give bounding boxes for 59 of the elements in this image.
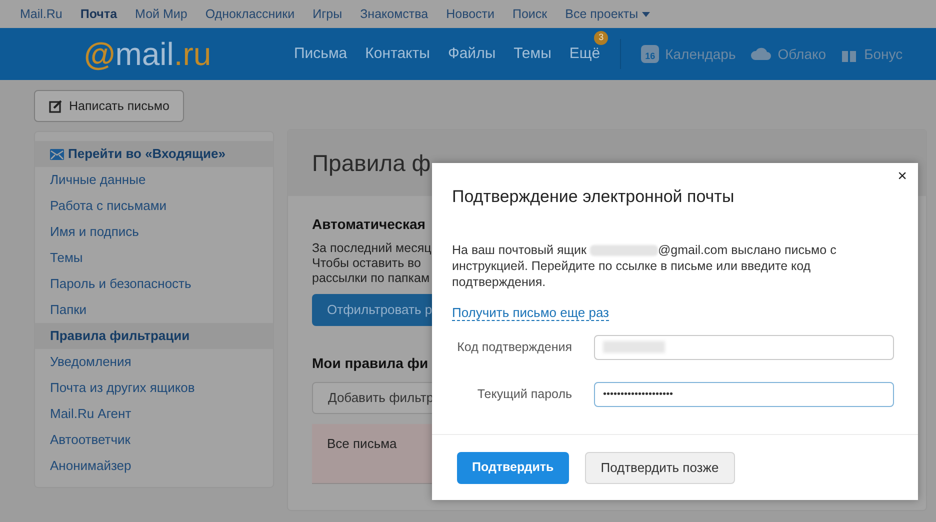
top-link[interactable]: Игры: [312, 4, 342, 24]
app-label: Облако: [778, 44, 826, 64]
count-badge: 3: [594, 30, 608, 45]
sidebar-item[interactable]: Личные данные: [35, 167, 273, 193]
sidebar-item[interactable]: Работа с письмами: [35, 193, 273, 219]
top-link[interactable]: Все проекты: [565, 4, 650, 24]
nav-link[interactable]: Файлы: [448, 44, 496, 62]
inbox-link[interactable]: Перейти во «Входящие»: [35, 141, 273, 167]
top-link[interactable]: Новости: [446, 4, 494, 24]
envelope-icon: [50, 148, 64, 160]
top-link[interactable]: Mail.Ru: [20, 4, 62, 24]
top-link[interactable]: Знакомства: [360, 4, 428, 24]
section-heading: Мои правила фи: [312, 354, 430, 373]
sidebar-item[interactable]: Почта из других ящиков: [35, 375, 273, 401]
password-field[interactable]: ••••••••••••••••••••: [594, 382, 894, 406]
sidebar-item[interactable]: Пароль и безопасность: [35, 271, 273, 297]
sidebar-item[interactable]: Mail.Ru Агент: [35, 401, 273, 427]
sidebar-item[interactable]: Анонимайзер: [35, 453, 273, 479]
nav-link[interactable]: Темы: [514, 44, 552, 62]
field-label: Текущий пароль: [476, 386, 572, 403]
code-field[interactable]: [594, 334, 894, 360]
app-link[interactable]: Бонус: [840, 44, 903, 64]
compose-button[interactable]: Написать письмо: [34, 90, 184, 122]
blurred-text: [590, 244, 658, 256]
nav-link[interactable]: Контакты: [365, 44, 430, 62]
description-text: Чтобы оставить во: [312, 256, 422, 271]
app-label: Бонус: [864, 44, 903, 64]
caret-icon: [642, 12, 650, 16]
close-button[interactable]: ×: [896, 169, 909, 185]
calendar-icon: 16: [641, 45, 660, 63]
sidebar-item[interactable]: Имя и подпись: [35, 219, 273, 245]
cloud-icon: [750, 47, 772, 61]
nav-link[interactable]: Ещё: [569, 44, 600, 62]
sidebar-item[interactable]: Темы: [35, 245, 273, 271]
top-link[interactable]: Одноклассники: [205, 4, 295, 24]
app-label: Календарь: [665, 44, 736, 64]
top-link[interactable]: Почта: [80, 4, 118, 24]
resend-link[interactable]: Получить письмо еще раз: [452, 304, 609, 320]
blurred-text: [603, 341, 665, 353]
app-link[interactable]: 16 Календарь: [641, 44, 736, 64]
top-link[interactable]: Поиск: [512, 4, 548, 24]
logo[interactable]: @mail.ru: [84, 38, 264, 70]
confirm-button[interactable]: Подтвердить: [457, 452, 569, 484]
description-text: За последний месяц: [312, 241, 432, 256]
sidebar-item[interactable]: Правила фильтрации: [35, 323, 273, 349]
section-heading: Автоматическая: [312, 215, 426, 234]
later-button[interactable]: Подтвердить позже: [584, 452, 735, 484]
description-text: рассылки по папкам: [312, 271, 430, 286]
sidebar-item[interactable]: Автоответчик: [35, 427, 273, 453]
page-title: Правила ф: [312, 148, 431, 178]
dialog-title: Подтверждение электронной почты: [452, 186, 736, 208]
nav-link[interactable]: Письма: [294, 44, 348, 62]
message-text: На ваш почтовый ящик @gmail.com выслано письмо с инструкцией. Перейдите по ссылке в письме или введите код подтверждения.: [452, 242, 838, 290]
app-link[interactable]: Облако: [750, 44, 826, 64]
edit-icon: [49, 100, 62, 112]
sidebar-item[interactable]: Папки: [35, 297, 273, 323]
top-link[interactable]: Мой Мир: [135, 4, 188, 24]
field-label: Код подтверждения: [456, 338, 572, 356]
sidebar-item[interactable]: Уведомления: [35, 349, 273, 375]
